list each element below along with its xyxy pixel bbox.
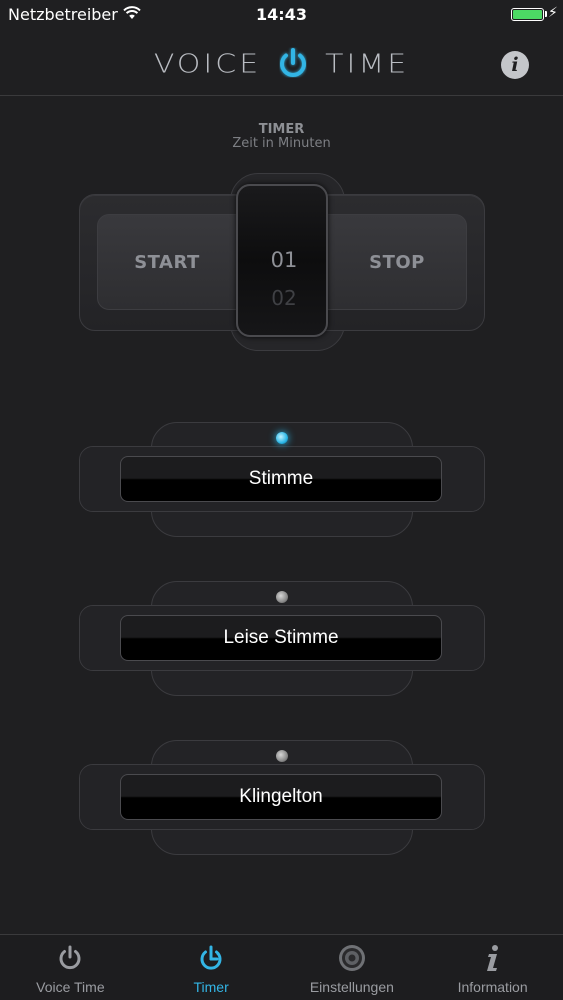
tab-label: Einstellungen (309, 979, 394, 995)
mode-indicator-led (276, 591, 288, 603)
logo-word-right: TIME (325, 49, 410, 79)
tab-voice-time[interactable]: Voice Time (0, 935, 141, 1000)
mode-indicator-led (276, 750, 288, 762)
picker-selected-value: 01 (270, 248, 298, 272)
mode-label: Leise Stimme (223, 627, 339, 648)
status-bar: Netzbetreiber 14:43 ⚡ (0, 0, 563, 28)
tab-timer[interactable]: Timer (141, 935, 282, 1000)
tab-information[interactable]: Information (422, 935, 563, 1000)
tab-bar: Voice Time Timer Einstellungen Informati… (0, 934, 563, 1000)
power-icon (280, 48, 307, 77)
timer-title: TIMER (258, 122, 305, 137)
charging-icon: ⚡ (548, 5, 558, 21)
timer-subtitle: Zeit in Minuten (232, 136, 331, 151)
logo-word-left: VOICE (153, 49, 262, 79)
start-button[interactable]: START (97, 214, 237, 310)
mode-indicator-led (276, 432, 288, 444)
minutes-picker[interactable]: 01 02 (236, 184, 328, 337)
app-header: VOICE TIME i (0, 28, 563, 96)
mode-label: Klingelton (239, 786, 323, 807)
battery-tip (545, 11, 547, 17)
battery-icon (511, 8, 544, 21)
stop-button[interactable]: STOP (327, 214, 467, 310)
tab-label: Timer (193, 979, 229, 995)
info-icon (486, 945, 498, 971)
mode-panel-stimme: Stimme (79, 422, 485, 542)
info-button[interactable]: i (501, 51, 529, 79)
picker-next-value: 02 (271, 286, 297, 310)
speaker-icon (338, 945, 365, 971)
tab-label: Voice Time (36, 979, 105, 995)
timer-icon (200, 945, 222, 970)
app-logo: VOICE TIME (0, 44, 563, 84)
clock: 14:43 (256, 5, 307, 24)
mode-panel-klingelton: Klingelton (79, 740, 485, 860)
power-icon (59, 945, 81, 970)
mode-button-stimme[interactable]: Stimme (120, 456, 442, 502)
mode-panel-leise-stimme: Leise Stimme (79, 581, 485, 701)
tab-einstellungen[interactable]: Einstellungen (282, 935, 423, 1000)
mode-button-klingelton[interactable]: Klingelton (120, 774, 442, 820)
mode-button-leise-stimme[interactable]: Leise Stimme (120, 615, 442, 661)
tab-label: Information (457, 979, 528, 995)
mode-label: Stimme (248, 468, 314, 489)
